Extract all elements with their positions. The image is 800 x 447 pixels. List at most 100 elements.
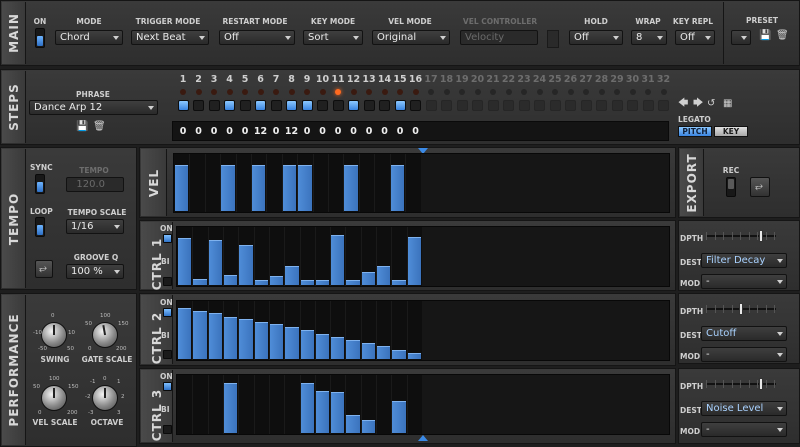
step-toggle[interactable] bbox=[363, 100, 375, 111]
gate-scale-knob[interactable] bbox=[92, 322, 118, 348]
vel-mode-dropdown[interactable]: Original bbox=[372, 30, 450, 45]
octave-knob[interactable] bbox=[92, 385, 118, 411]
step-transpose-value[interactable]: 0 bbox=[175, 126, 191, 137]
lane-bar[interactable] bbox=[407, 236, 421, 285]
step-toggle[interactable] bbox=[394, 100, 406, 111]
step-toggle[interactable] bbox=[549, 100, 561, 111]
step-toggle[interactable] bbox=[410, 100, 421, 111]
step-transpose-value[interactable]: 0 bbox=[361, 126, 377, 137]
slider-thumb[interactable] bbox=[758, 230, 763, 242]
vel-controller-dropdown[interactable]: Velocity bbox=[460, 30, 538, 45]
lane-bar[interactable] bbox=[344, 164, 358, 211]
lane-bar[interactable] bbox=[315, 391, 330, 433]
lane-bar[interactable] bbox=[361, 272, 376, 285]
lane-bar[interactable] bbox=[175, 164, 189, 211]
lane-bar[interactable] bbox=[223, 383, 238, 433]
lane-bar[interactable] bbox=[223, 274, 238, 285]
step-transpose-value[interactable]: 0 bbox=[191, 126, 207, 137]
lane-bar[interactable] bbox=[252, 164, 266, 211]
step-transpose-value[interactable]: 0 bbox=[268, 126, 284, 137]
export-tab[interactable]: EXPORT bbox=[680, 149, 704, 216]
step-toggle[interactable] bbox=[658, 100, 669, 111]
step-toggle[interactable] bbox=[379, 100, 390, 111]
ctrl3-on-toggle[interactable] bbox=[163, 382, 172, 391]
lane-bar[interactable] bbox=[239, 319, 253, 359]
step-toggle[interactable] bbox=[224, 100, 235, 111]
lane-bar[interactable] bbox=[392, 401, 406, 433]
step-transpose-value[interactable]: 12 bbox=[284, 126, 300, 137]
ctrl2-on-toggle[interactable] bbox=[163, 308, 172, 317]
step-toggle[interactable] bbox=[270, 100, 282, 111]
lane-bar[interactable] bbox=[392, 279, 406, 285]
lane-bar[interactable] bbox=[285, 265, 299, 285]
key-mode-dropdown[interactable]: Sort bbox=[303, 30, 363, 45]
dest-dropdown[interactable]: Noise Level bbox=[701, 401, 787, 416]
lane-bar[interactable] bbox=[300, 329, 314, 359]
vel-lane[interactable] bbox=[173, 153, 670, 213]
ctrl1-on-toggle[interactable] bbox=[163, 234, 172, 243]
vel-controller-learn[interactable] bbox=[547, 30, 559, 48]
arrow-left-icon[interactable]: 🡄 bbox=[678, 99, 688, 109]
dest-dropdown[interactable]: Cutoff bbox=[701, 326, 787, 341]
mod-dropdown[interactable]: - bbox=[701, 422, 787, 437]
lane-bar[interactable] bbox=[178, 237, 192, 285]
lane-bar[interactable] bbox=[361, 343, 376, 359]
lane-bar[interactable] bbox=[377, 346, 391, 359]
reset-icon[interactable]: ↺ bbox=[707, 99, 715, 109]
key-button[interactable]: KEY bbox=[714, 126, 748, 137]
hold-dropdown[interactable]: Off bbox=[569, 30, 623, 45]
step-transpose-value[interactable]: 0 bbox=[299, 126, 315, 137]
step-transpose-value[interactable]: 0 bbox=[222, 126, 238, 137]
depth-slider[interactable] bbox=[706, 378, 776, 390]
lane-bar[interactable] bbox=[221, 164, 235, 211]
lane-bar[interactable] bbox=[298, 164, 312, 211]
slider-thumb[interactable] bbox=[739, 303, 743, 315]
step-toggle[interactable] bbox=[425, 100, 437, 111]
loop-switch[interactable] bbox=[35, 217, 45, 237]
tempo-scale-dropdown[interactable]: 1/16 bbox=[66, 219, 124, 234]
trigger-mode-dropdown[interactable]: Next Beat bbox=[131, 30, 209, 45]
step-toggle[interactable] bbox=[441, 100, 452, 111]
lane-bar[interactable] bbox=[346, 340, 360, 359]
step-transpose-value[interactable]: 0 bbox=[392, 126, 408, 137]
step-toggle[interactable] bbox=[642, 100, 654, 111]
step-toggle[interactable] bbox=[503, 100, 514, 111]
step-transpose-value[interactable]: 12 bbox=[253, 126, 269, 137]
ctrl2-lane[interactable] bbox=[176, 300, 670, 361]
lane-bar[interactable] bbox=[300, 383, 314, 433]
groove-dropdown[interactable]: 100 % bbox=[66, 264, 124, 279]
lane-bar[interactable] bbox=[300, 279, 314, 285]
lane-bar[interactable] bbox=[254, 322, 268, 359]
step-toggle[interactable] bbox=[611, 100, 623, 111]
arrow-right-icon[interactable]: 🡆 bbox=[693, 99, 703, 109]
step-toggle[interactable] bbox=[193, 100, 204, 111]
lane-bar[interactable] bbox=[193, 310, 207, 359]
mode-dropdown[interactable]: Chord bbox=[55, 30, 123, 45]
step-toggle[interactable] bbox=[177, 100, 189, 111]
lane-bar[interactable] bbox=[269, 324, 284, 359]
lane-bar[interactable] bbox=[331, 235, 345, 285]
step-toggle[interactable] bbox=[317, 100, 328, 111]
export-drag-button[interactable]: ⥂ bbox=[750, 177, 770, 197]
drag-drop-button[interactable]: ⥂ bbox=[35, 260, 53, 278]
sync-switch[interactable] bbox=[35, 174, 45, 194]
lane-bar[interactable] bbox=[223, 317, 238, 359]
swing-knob[interactable] bbox=[41, 322, 67, 348]
lane-bar[interactable] bbox=[254, 279, 268, 285]
step-toggle[interactable] bbox=[348, 100, 359, 111]
trash-icon[interactable]: 🗑 bbox=[776, 31, 789, 41]
restart-mode-dropdown[interactable]: Off bbox=[219, 30, 295, 45]
lane-bar[interactable] bbox=[193, 278, 207, 285]
lane-bar[interactable] bbox=[331, 337, 345, 359]
step-transpose-value[interactable]: 0 bbox=[408, 126, 424, 137]
mod-dropdown[interactable]: - bbox=[701, 274, 787, 289]
dest-dropdown[interactable]: Filter Decay bbox=[701, 253, 787, 268]
key-repl-dropdown[interactable]: Off bbox=[675, 30, 715, 45]
preset-dropdown[interactable] bbox=[731, 30, 751, 45]
lane-bar[interactable] bbox=[315, 279, 330, 285]
lane-bar[interactable] bbox=[392, 349, 406, 359]
rec-switch[interactable] bbox=[726, 177, 736, 197]
step-toggle[interactable] bbox=[534, 100, 545, 111]
lane-bar[interactable] bbox=[390, 164, 405, 211]
step-toggle[interactable] bbox=[518, 100, 530, 111]
